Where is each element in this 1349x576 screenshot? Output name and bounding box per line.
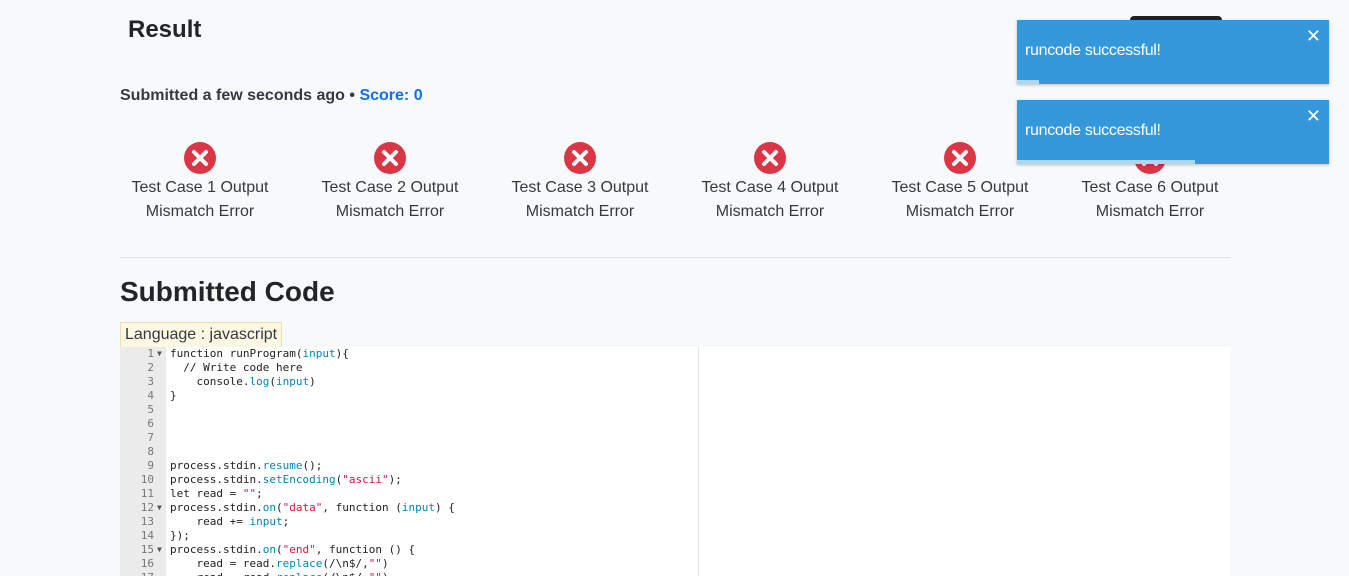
line-number: 5 [147, 403, 154, 416]
code-text: process.stdin.on("end", function () { [170, 543, 416, 556]
test-case-title: Test Case 4 Output [701, 179, 839, 196]
code-text: process.stdin.on("data", function (input… [170, 501, 455, 514]
error-x-icon [184, 142, 216, 174]
close-icon[interactable]: ✕ [1306, 106, 1321, 127]
test-case-title: Test Case 6 Output [1081, 179, 1219, 196]
error-x-icon [944, 142, 976, 174]
test-case-label: Test Case 2 Output Mismatch Error [295, 176, 485, 224]
line-number: 17 [120, 571, 154, 576]
code-text: function runProgram(input){ [170, 347, 349, 360]
submission-status: Submitted a few seconds ago • Score: 0 [120, 87, 423, 105]
test-case-label: Test Case 5 Output Mismatch Error [865, 176, 1055, 224]
code-text: // Write code here [170, 361, 303, 374]
line-number: 6 [147, 417, 154, 430]
toast-message: runcode successful! [1025, 122, 1161, 139]
line-number: 16 [140, 557, 154, 570]
test-case-label: Test Case 4 Output Mismatch Error [675, 176, 865, 224]
line-number: 4 [147, 389, 154, 402]
code-text: process.stdin.resume(); [170, 459, 323, 472]
submitted-time: Submitted a few seconds ago [120, 87, 345, 104]
close-icon[interactable]: ✕ [1306, 26, 1321, 47]
toast-notification: runcode successful! ✕ [1017, 20, 1329, 84]
fold-toggle-icon[interactable]: ▼ [157, 347, 162, 361]
line-number: 11 [140, 487, 154, 500]
line-number: 3 [147, 375, 154, 388]
test-case: Test Case 2 Output Mismatch Error [295, 142, 485, 224]
line-number: 7 [147, 431, 154, 444]
test-case-title: Test Case 5 Output [891, 179, 1029, 196]
test-case-status: Mismatch Error [905, 203, 1015, 220]
error-x-icon [374, 142, 406, 174]
toast-progress-bar [1017, 160, 1195, 164]
toast-progress-bar [1017, 80, 1039, 84]
test-case-status: Mismatch Error [525, 203, 635, 220]
test-case-title: Test Case 3 Output [511, 179, 649, 196]
language-badge: Language : javascript [120, 322, 283, 348]
divider [120, 257, 1230, 258]
line-number: 10 [140, 473, 154, 486]
code-text: let read = ""; [170, 487, 263, 500]
line-number: 15 [140, 543, 154, 556]
line-number: 13 [140, 515, 154, 528]
separator-dot: • [349, 87, 355, 104]
toast-message: runcode successful! [1025, 42, 1161, 59]
test-case-status: Mismatch Error [145, 203, 255, 220]
test-case-label: Test Case 1 Output Mismatch Error [105, 176, 295, 224]
line-number: 9 [147, 459, 154, 472]
code-text: process.stdin.setEncoding("ascii"); [170, 473, 402, 486]
code-text: read += input; [170, 515, 290, 528]
code-text: }); [170, 529, 190, 542]
fold-toggle-icon[interactable]: ▼ [157, 543, 162, 557]
code-text: read = read.replace(/\n$/,"") [170, 557, 389, 570]
test-case-status: Mismatch Error [1095, 203, 1205, 220]
code-text: } [170, 389, 177, 402]
line-number: 12 [140, 501, 154, 514]
test-case-label: Test Case 3 Output Mismatch Error [485, 176, 675, 224]
line-number: 2 [147, 361, 154, 374]
line-number: 1 [147, 347, 154, 360]
test-case-status: Mismatch Error [715, 203, 825, 220]
test-case-label: Test Case 6 Output Mismatch Error [1055, 176, 1245, 224]
line-number: 8 [147, 445, 154, 458]
test-case: Test Case 3 Output Mismatch Error [485, 142, 675, 224]
test-case: Test Case 1 Output Mismatch Error [105, 142, 295, 224]
toast-notification: runcode successful! ✕ [1017, 100, 1329, 164]
test-case-title: Test Case 2 Output [321, 179, 459, 196]
line-number: 14 [140, 529, 154, 542]
test-case: Test Case 4 Output Mismatch Error [675, 142, 865, 224]
score-link[interactable]: Score: 0 [359, 87, 422, 104]
code-text: read = read.replace(/\n$/,"") [170, 571, 388, 576]
fold-toggle-icon[interactable]: ▼ [157, 501, 162, 515]
test-case-status: Mismatch Error [335, 203, 445, 220]
print-margin [698, 347, 699, 576]
code-editor[interactable]: 1 ▼ function runProgram(input){2 // Write … [120, 347, 1230, 576]
test-case-title: Test Case 1 Output [131, 179, 269, 196]
code-text: console.log(input) [170, 375, 316, 388]
error-x-icon [754, 142, 786, 174]
submitted-code-title: Submitted Code [120, 276, 335, 307]
error-x-icon [564, 142, 596, 174]
result-title: Result [128, 16, 202, 43]
